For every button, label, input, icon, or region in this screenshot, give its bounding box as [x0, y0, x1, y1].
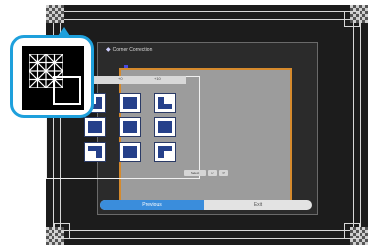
mini-button-row: Select ↵ ↺: [184, 170, 230, 176]
distort-middle-left-icon: [88, 121, 102, 133]
center-reset-icon: [123, 121, 137, 133]
grid-cell-top-right[interactable]: [154, 93, 176, 113]
zoom-callout: [10, 35, 94, 118]
window-title: ◆ Corner Correction: [106, 46, 152, 53]
cell-cut: [164, 97, 172, 104]
grid-cell-bottom-left[interactable]: [84, 142, 106, 162]
callout-zoomed-corner: [22, 46, 84, 110]
corner-grid-top-left: [46, 5, 64, 23]
grid-cell-center[interactable]: [119, 117, 141, 137]
cell-cut: [88, 151, 96, 158]
correction-icon: ◆: [106, 47, 111, 53]
window-title-text: Corner Correction: [112, 47, 153, 53]
column-label-right: +10: [154, 76, 161, 81]
distort-bottom-center-icon: [123, 146, 137, 158]
footer-bar: Previous Exit: [100, 200, 312, 210]
select-button[interactable]: Select: [184, 170, 206, 176]
cell-cut: [164, 151, 172, 158]
column-label-center: +0: [118, 76, 123, 81]
corner-box-top-right: [344, 11, 360, 27]
enter-icon[interactable]: ↵: [208, 170, 217, 176]
grid-cell-middle-left[interactable]: [84, 117, 106, 137]
grid-cell-bottom-center[interactable]: [119, 142, 141, 162]
previous-button[interactable]: Previous: [100, 200, 204, 210]
grid-cell-top-center[interactable]: [119, 93, 141, 113]
return-icon[interactable]: ↺: [219, 170, 228, 176]
grid-cell-bottom-right[interactable]: [154, 142, 176, 162]
distort-top-center-icon: [123, 97, 137, 109]
distort-middle-right-icon: [158, 121, 172, 133]
callout-corner-frame: [53, 76, 81, 105]
exit-button[interactable]: Exit: [204, 200, 312, 210]
corner-box-bottom-left: [54, 223, 70, 239]
corner-box-bottom-right: [344, 223, 360, 239]
grid-cell-middle-right[interactable]: [154, 117, 176, 137]
